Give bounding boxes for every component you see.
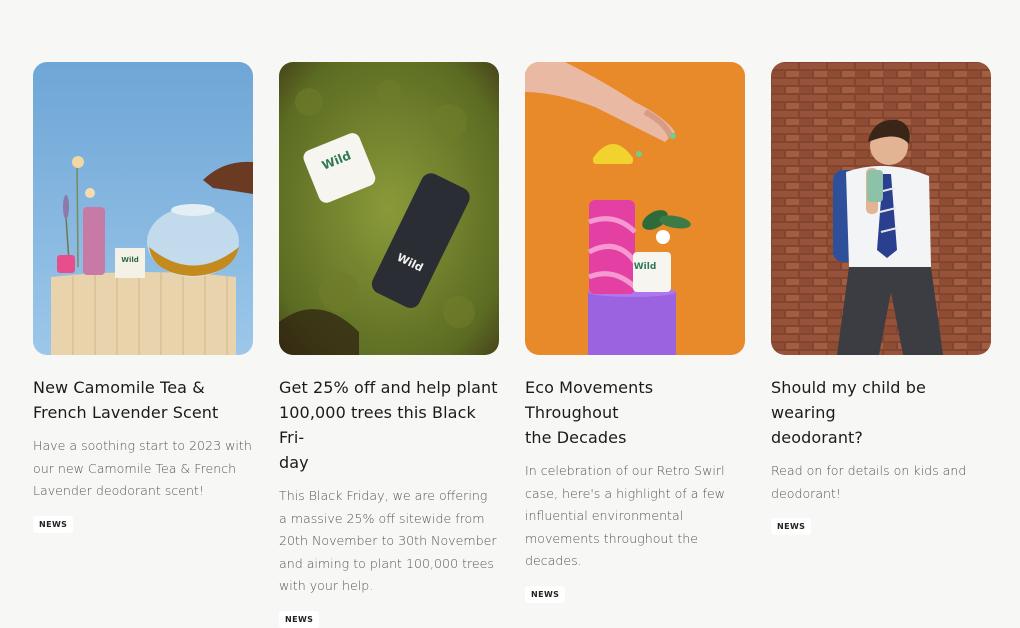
card-title[interactable]: Eco Movements Throughout the Decades: [525, 375, 745, 450]
card-description: In celebration of our Retro Swirl case, …: [525, 463, 725, 568]
card-title-line[interactable]: Get 25% off and help plant: [279, 375, 499, 400]
news-badge: NEWS: [771, 518, 812, 535]
svg-text:Wild: Wild: [634, 262, 657, 272]
card-description: This Black Friday, we are offering a mas…: [279, 488, 497, 593]
card-description: Have a soothing start to 2023 with our n…: [33, 438, 252, 498]
svg-text:Wild: Wild: [121, 256, 139, 264]
tea-deodorant-photo[interactable]: Wild: [33, 62, 253, 355]
card-description: Read on for details on kids and deodoran…: [771, 463, 967, 501]
news-badge: NEWS: [279, 610, 320, 628]
moss-deodorant-photo[interactable]: Wild Wild: [279, 62, 499, 355]
card-title-line[interactable]: New Camomile Tea &: [33, 375, 253, 400]
card-title-line[interactable]: Eco Movements Throughout: [525, 375, 745, 425]
card-title[interactable]: Get 25% off and help plant 100,000 trees…: [279, 375, 499, 475]
card-title-line[interactable]: Should my child be wearing: [771, 375, 991, 425]
card-title[interactable]: Should my child be wearing deodorant?: [771, 375, 991, 450]
blog-grid: Wild New Camomile Tea & French Lavender …: [0, 0, 1020, 628]
card-title-line[interactable]: the Decades: [525, 425, 745, 450]
article-card-child-deodorant[interactable]: Should my child be wearing deodorant? Re…: [771, 62, 991, 535]
card-title-line[interactable]: 100,000 trees this Black Fri-: [279, 400, 499, 450]
news-badge: NEWS: [525, 585, 566, 603]
article-card-camomile[interactable]: Wild New Camomile Tea & French Lavender …: [33, 62, 253, 533]
article-card-eco-movements[interactable]: Wild Eco Movements Throughout the Decade…: [525, 62, 745, 603]
swirl-case-photo[interactable]: Wild: [525, 62, 745, 355]
card-title-line[interactable]: French Lavender Scent: [33, 400, 253, 425]
article-card-black-friday[interactable]: Wild Wild Get 25% off and help plant 100…: [279, 62, 499, 628]
card-title[interactable]: New Camomile Tea & French Lavender Scent: [33, 375, 253, 425]
news-badge: NEWS: [33, 515, 74, 533]
child-brick-wall-photo[interactable]: [771, 62, 991, 355]
card-title-line[interactable]: deodorant?: [771, 425, 991, 450]
card-title-line[interactable]: day: [279, 450, 499, 475]
